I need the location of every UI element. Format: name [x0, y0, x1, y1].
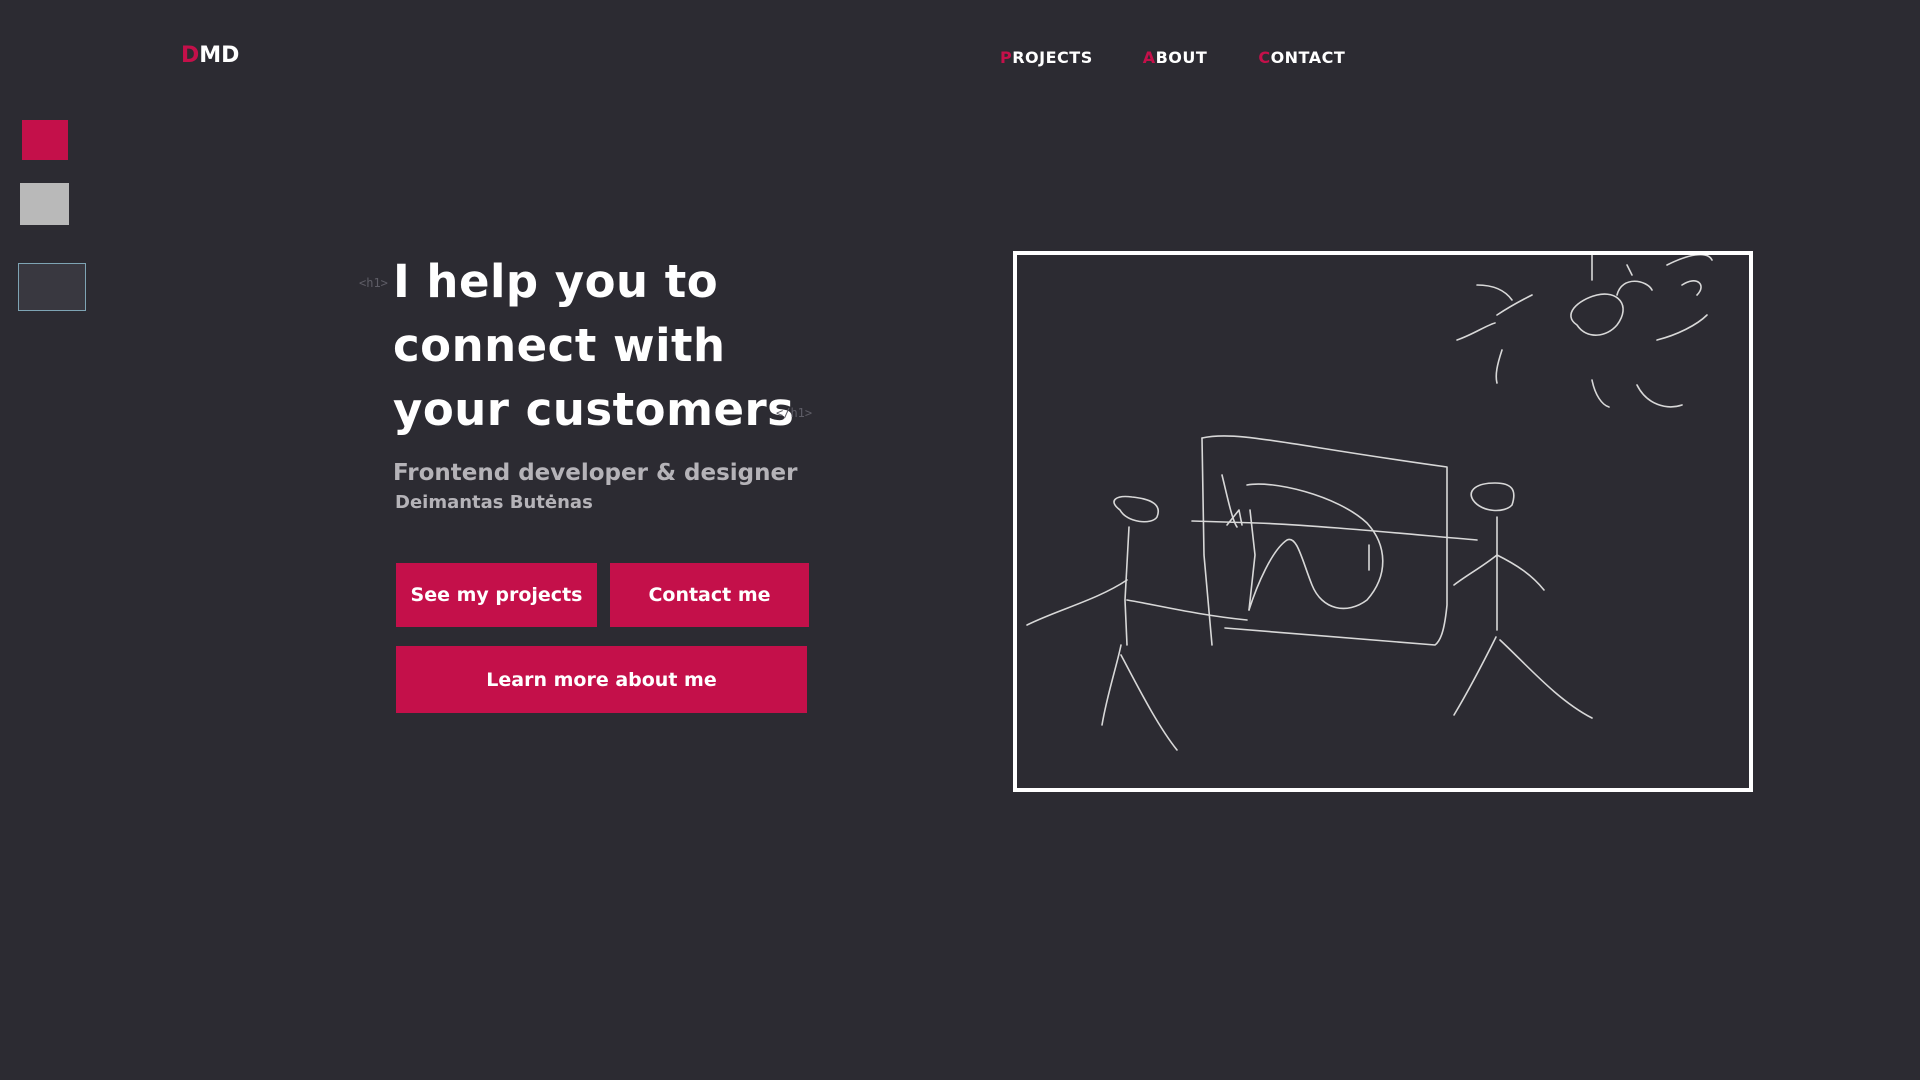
sun-ray — [1636, 384, 1683, 408]
headline-line-2: connect with — [393, 319, 726, 372]
nav-link-contact[interactable]: CONTACT — [1258, 48, 1345, 67]
nav-link-contact-initial: C — [1258, 48, 1271, 67]
theme-swatch-dark[interactable] — [18, 263, 86, 311]
screen-logo-sketch — [1246, 483, 1384, 611]
screen-line — [1221, 474, 1238, 528]
sun-shape — [1570, 293, 1624, 336]
contact-me-button[interactable]: Contact me — [610, 563, 809, 627]
sketch-illustration — [1013, 251, 1753, 792]
theme-swatch-red[interactable] — [22, 120, 68, 160]
right-figure-arm — [1453, 554, 1545, 591]
right-figure-head — [1470, 482, 1515, 512]
sun-ray — [1476, 284, 1513, 301]
left-figure-head — [1113, 495, 1159, 523]
left-figure-arm — [1126, 599, 1248, 621]
author-name: Deimantas Butėnas — [395, 492, 593, 513]
logo-text: MD — [199, 43, 240, 68]
sun-ray — [1496, 294, 1533, 316]
sun-ray — [1666, 255, 1713, 266]
sun-swirl — [1616, 280, 1653, 296]
sketch-drawing — [1026, 255, 1713, 751]
learn-more-button[interactable]: Learn more about me — [396, 646, 807, 713]
see-projects-button[interactable]: See my projects — [396, 563, 597, 627]
left-figure-leg — [1120, 654, 1178, 751]
hero-subtitle: Frontend developer & designer — [393, 460, 798, 486]
nav-link-projects-label: ROJECTS — [1012, 48, 1093, 67]
nav-link-about-initial: A — [1142, 48, 1156, 67]
h1-open-tag: <h1> — [359, 276, 388, 290]
sun-ray — [1681, 280, 1702, 296]
site-logo[interactable]: DMD — [181, 43, 239, 68]
screen-frame — [1201, 435, 1448, 646]
headline-line-1: I help you to — [393, 255, 719, 308]
sun-ray — [1591, 379, 1610, 408]
right-figure-leg — [1499, 639, 1593, 719]
sun-ray — [1495, 349, 1503, 384]
sun-ray — [1456, 322, 1496, 341]
nav-link-about[interactable]: ABOUT — [1143, 48, 1208, 67]
sun-ray — [1656, 314, 1708, 341]
h1-close-tag: </h1> — [776, 406, 813, 420]
left-figure-body — [1124, 526, 1130, 646]
page: DMD PROJECTS ABOUT CONTACT <h1> I help y… — [0, 0, 1920, 1080]
main-nav: PROJECTS ABOUT CONTACT — [1000, 48, 1345, 67]
right-figure-leg — [1453, 636, 1497, 716]
logo-accent-letter: D — [181, 43, 200, 68]
sun-ray — [1626, 264, 1633, 276]
nav-link-contact-label: ONTACT — [1270, 48, 1346, 67]
left-figure-arm — [1026, 579, 1128, 626]
hero-section: <h1> I help you to connect with your cus… — [359, 250, 853, 513]
theme-swatch-gray[interactable] — [20, 183, 69, 225]
nav-link-projects[interactable]: PROJECTS — [1000, 48, 1093, 67]
nav-link-about-label: BOUT — [1155, 48, 1208, 67]
left-figure-leg — [1101, 644, 1122, 726]
nav-link-projects-initial: P — [1000, 48, 1013, 67]
